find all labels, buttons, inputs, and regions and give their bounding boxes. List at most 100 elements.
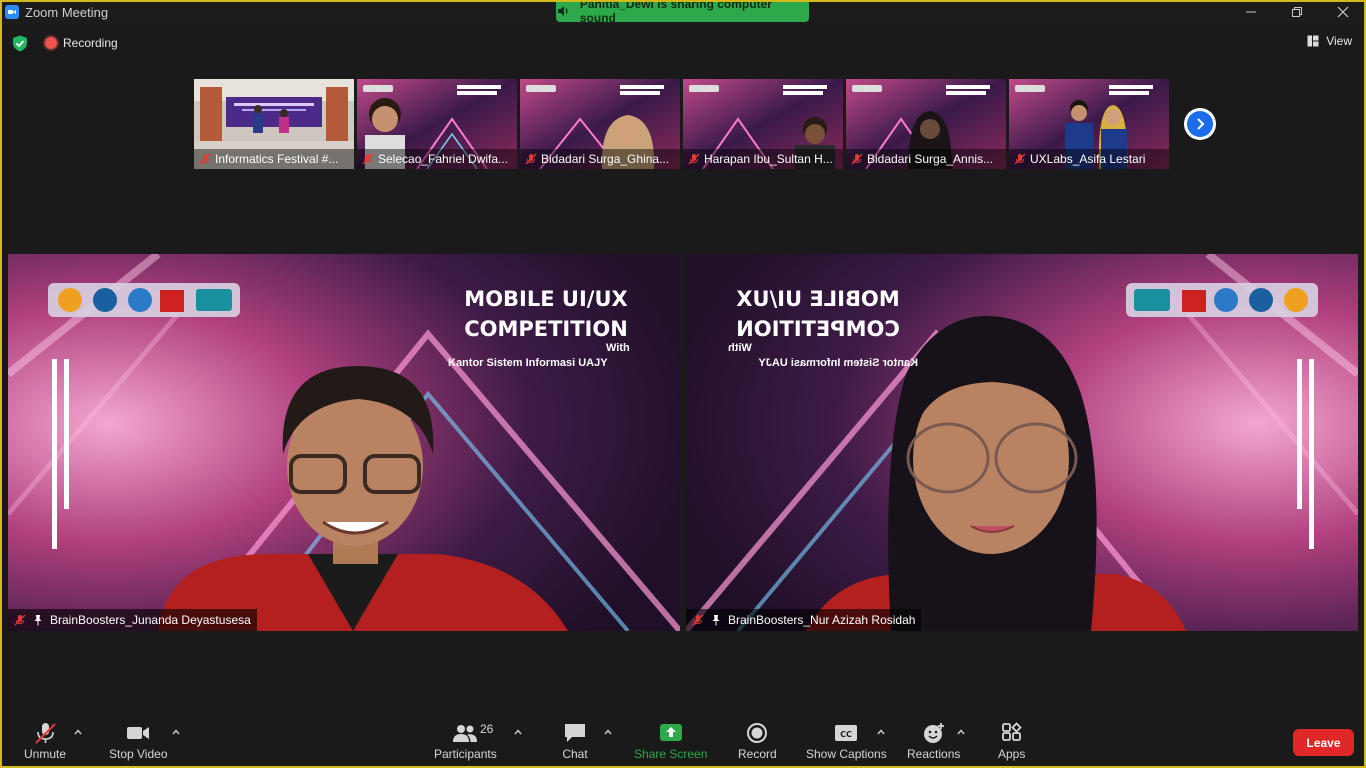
svg-text:CC: CC [840, 730, 852, 739]
show-captions-label: Show Captions [806, 747, 887, 761]
thumbnail-name-tag: Informatics Festival #... [194, 149, 354, 169]
thumbnail-name: Harapan Ibu_Sultan H... [704, 152, 833, 166]
thumbnail-name: Bidadari Surga_Ghina... [541, 152, 670, 166]
participants-count: 26 [480, 722, 494, 736]
muted-mic-icon [199, 153, 211, 165]
apps-label: Apps [998, 747, 1026, 761]
video-options-caret-icon[interactable] [171, 728, 181, 736]
captions-options-caret-icon[interactable] [876, 728, 886, 736]
participant-thumbnail[interactable]: Bidadari Surga_Annis... [846, 79, 1006, 169]
poster-title-line-2: COMPETITION [736, 317, 900, 341]
thumbnail-name: Bidadari Surga_Annis... [867, 152, 994, 166]
poster-title-line-2: COMPETITION [464, 317, 628, 341]
leave-button[interactable]: Leave [1293, 729, 1354, 756]
thumbnail-name-tag: Bidadari Surga_Ghina... [520, 149, 680, 169]
next-page-button[interactable] [1184, 108, 1216, 140]
participant-thumbnail[interactable]: UXLabs_Asifa Lestari [1009, 79, 1169, 169]
recording-label: Recording [63, 36, 118, 50]
view-button[interactable]: View [1307, 34, 1352, 48]
grid-view-icon [1307, 35, 1319, 47]
muted-mic-icon [362, 153, 374, 165]
window-title: Zoom Meeting [25, 4, 109, 20]
participant-strip: Informatics Festival #... Selecao_Fahrie… [194, 79, 1169, 169]
stop-video-label: Stop Video [109, 747, 168, 761]
thumbnail-name-tag: UXLabs_Asifa Lestari [1009, 149, 1169, 169]
minimize-icon [1246, 11, 1256, 13]
poster-title-line-1: MOBILE UI/UX [736, 287, 900, 311]
share-screen-icon [659, 724, 682, 741]
closed-captions-icon: CC [835, 725, 858, 741]
poster-with-mirrored: With [728, 342, 752, 354]
participant-name: BrainBoosters_Junanda Deyastusesa [50, 613, 251, 627]
thumbnail-name: Informatics Festival #... [215, 152, 339, 166]
stop-video-button[interactable]: Stop Video [109, 720, 168, 761]
poster-title-line-1: MOBILE UI/UX [464, 287, 628, 311]
muted-mic-icon [14, 614, 26, 626]
share-screen-button[interactable]: Share Screen [634, 720, 707, 761]
thumbnail-name-tag: Harapan Ibu_Sultan H... [683, 149, 843, 169]
chat-label: Chat [562, 747, 588, 761]
video-name-tag: BrainBoosters_Nur Azizah Rosidah [686, 609, 922, 631]
poster-org-mirrored: Kantor Sistem Informasi UAJY [758, 357, 918, 369]
banner-text: Panitia_Dewi is sharing computer sound [579, 0, 772, 25]
view-label: View [1326, 34, 1352, 48]
participant-name: BrainBoosters_Nur Azizah Rosidah [728, 613, 916, 627]
video-tile-right[interactable]: MOBILE UI/UX COMPETITION With Kantor Sis… [686, 254, 1358, 631]
audio-options-caret-icon[interactable] [73, 728, 83, 736]
participant-thumbnail[interactable]: Harapan Ibu_Sultan H... [683, 79, 843, 169]
apps-grid-icon [1001, 722, 1022, 741]
thumbnail-name: Selecao_Fahriel Dwifa... [378, 152, 509, 166]
poster-title-mirrored: MOBILE UI/UX COMPETITION [718, 284, 918, 344]
muted-mic-icon [525, 153, 537, 165]
muted-mic-icon [692, 614, 704, 626]
thumbnail-name-tag: Bidadari Surga_Annis... [846, 149, 1006, 169]
share-screen-label: Share Screen [634, 747, 708, 761]
recording-dot-icon [45, 37, 57, 49]
record-button[interactable]: Record [738, 720, 777, 761]
participant-thumbnail[interactable]: Selecao_Fahriel Dwifa... [357, 79, 517, 169]
video-camera-icon [127, 727, 150, 739]
pin-icon [712, 615, 720, 626]
restore-icon [1292, 7, 1302, 17]
chat-button[interactable]: Chat [562, 720, 588, 761]
show-captions-button[interactable]: CC Show Captions [806, 720, 887, 761]
reactions-label: Reactions [907, 747, 961, 761]
minimize-button[interactable] [1228, 0, 1274, 24]
muted-mic-icon [35, 723, 56, 744]
poster-with: With [606, 342, 630, 354]
zoom-logo-icon [5, 5, 19, 19]
record-icon [747, 723, 768, 743]
window-controls [1228, 0, 1366, 24]
reactions-smiley-icon [923, 723, 944, 743]
close-icon [1337, 6, 1349, 18]
poster-title: MOBILE UI/UX COMPETITION [446, 284, 646, 344]
participants-options-caret-icon[interactable] [513, 728, 523, 736]
chevron-right-icon [1197, 118, 1205, 130]
restore-button[interactable] [1274, 0, 1320, 24]
sharing-sound-banner[interactable]: Panitia_Dewi is sharing computer sound [556, 0, 809, 25]
participants-icon [453, 725, 478, 742]
muted-mic-icon [688, 153, 700, 165]
chat-options-caret-icon[interactable] [603, 728, 613, 736]
poster-org: Kantor Sistem Informasi UAJY [448, 357, 608, 369]
participants-label: Participants [434, 747, 497, 761]
video-tile-left[interactable]: MOBILE UI/UX COMPETITION With Kantor Sis… [8, 254, 680, 631]
pin-icon [34, 615, 42, 626]
apps-button[interactable]: Apps [998, 720, 1025, 761]
reactions-options-caret-icon[interactable] [956, 728, 966, 736]
thumbnail-name: UXLabs_Asifa Lestari [1030, 152, 1146, 166]
record-label: Record [738, 747, 777, 761]
unmute-button[interactable]: Unmute [24, 720, 66, 761]
thumbnail-name-tag: Selecao_Fahriel Dwifa... [357, 149, 517, 169]
muted-mic-icon [1014, 153, 1026, 165]
reactions-button[interactable]: Reactions [907, 720, 960, 761]
participant-thumbnail[interactable]: Bidadari Surga_Ghina... [520, 79, 680, 169]
unmute-label: Unmute [24, 747, 67, 761]
close-button[interactable] [1320, 0, 1366, 24]
speaker-icon [557, 6, 568, 16]
participant-thumbnail[interactable]: Informatics Festival #... [194, 79, 354, 169]
video-name-tag: BrainBoosters_Junanda Deyastusesa [8, 609, 257, 631]
recording-indicator[interactable]: Recording [45, 34, 118, 52]
encryption-shield-icon[interactable] [12, 35, 28, 52]
chat-bubble-icon [565, 724, 585, 742]
